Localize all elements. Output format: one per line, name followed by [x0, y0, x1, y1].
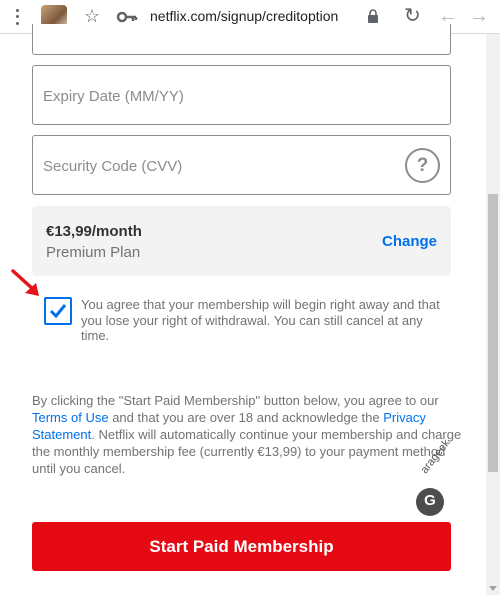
- agree-checkbox[interactable]: [44, 297, 72, 325]
- agree-label: You agree that your membership will begi…: [81, 297, 440, 343]
- forward-icon[interactable]: →: [469, 5, 489, 27]
- scrollbar-thumb[interactable]: [488, 194, 498, 472]
- legal-text-part3: . Netflix will automatically continue yo…: [32, 427, 462, 476]
- security-code-field[interactable]: Security Code (CVV) ?: [32, 135, 451, 195]
- scroll-down-arrow-icon[interactable]: [489, 586, 497, 591]
- checkmark-icon: [49, 304, 67, 319]
- arageek-watermark: arageek G: [414, 437, 464, 520]
- card-number-field[interactable]: [32, 24, 451, 55]
- legal-text-part1: By clicking the "Start Paid Membership" …: [32, 393, 439, 408]
- cvv-help-icon[interactable]: ?: [405, 148, 440, 183]
- plan-summary: €13,99/month Premium Plan Change: [32, 206, 451, 276]
- legal-text: By clicking the "Start Paid Membership" …: [32, 392, 462, 477]
- terms-of-use-link[interactable]: Terms of Use: [32, 410, 109, 425]
- expiry-date-field[interactable]: Expiry Date (MM/YY): [32, 65, 451, 125]
- page-scrollbar[interactable]: [486, 34, 500, 595]
- menu-dots-icon[interactable]: [14, 7, 20, 27]
- plan-name: Premium Plan: [46, 244, 141, 261]
- annotation-arrow-icon: [11, 269, 39, 296]
- start-paid-membership-button[interactable]: Start Paid Membership: [32, 522, 451, 571]
- legal-text-part2: and that you are over 18 and acknowledge…: [108, 410, 384, 425]
- security-code-placeholder: Security Code (CVV): [43, 158, 183, 175]
- address-bar-url[interactable]: netflix.com/signup/creditoption: [150, 8, 338, 24]
- change-plan-link[interactable]: Change: [382, 233, 437, 250]
- plan-price: €13,99/month: [46, 223, 142, 240]
- lock-icon[interactable]: [367, 9, 379, 23]
- expiry-date-placeholder: Expiry Date (MM/YY): [43, 88, 184, 105]
- watermark-logo: G: [416, 488, 444, 516]
